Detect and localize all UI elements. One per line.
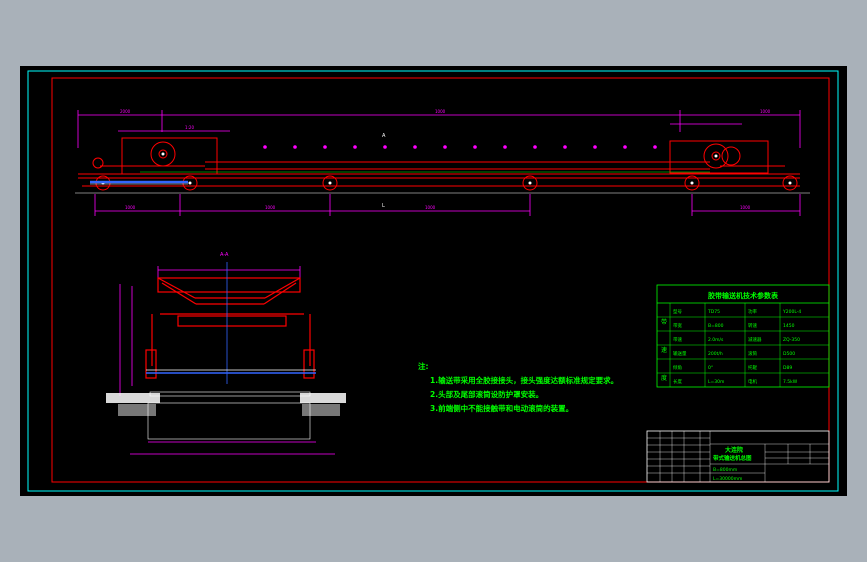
note-2: 2.头部及尾部滚筒设防护罩安装。: [430, 389, 543, 399]
spec-side-3: 度: [661, 374, 667, 382]
spec-cell: 电机: [748, 378, 757, 385]
spec-cell: B=800: [708, 323, 724, 329]
spec-cell: 2.0m/s: [708, 337, 724, 343]
title-spec-2: L=30000mm: [713, 476, 742, 482]
dim-bottom-4: 1000: [740, 205, 751, 210]
spec-side-2: 速: [661, 347, 667, 354]
spec-cell: ZQ-350: [783, 337, 800, 343]
title-drawing-name: 带式输送机总图: [713, 454, 752, 462]
note-1: 1.输送带采用全胶接接头，接头强度达额标准规定要求。: [430, 375, 618, 385]
spec-cell: 转速: [748, 322, 757, 329]
spec-cell: 倾角: [673, 364, 682, 371]
spec-cell: 滚筒: [748, 350, 757, 357]
spec-cell: Y200L-4: [782, 309, 801, 315]
dim-bottom-3: 1000: [425, 205, 436, 210]
dim-top-3: 1000: [435, 109, 446, 114]
spec-side-1: 带: [661, 318, 667, 326]
spec-cell: TD75: [707, 309, 720, 315]
dim-top-1: 2000: [120, 109, 131, 114]
label-l: L: [382, 203, 385, 209]
drawing-background: [20, 66, 847, 496]
dim-bottom-2: 1000: [265, 205, 276, 210]
spec-cell: 长度: [673, 378, 682, 385]
spec-cell: D89: [783, 365, 792, 371]
spec-cell: 带宽: [673, 322, 682, 329]
dim-bottom-1: 1000: [125, 205, 136, 210]
spec-cell: 0°: [708, 365, 713, 371]
spec-cell: D500: [783, 351, 795, 357]
spec-cell: 7.5kW: [783, 379, 798, 385]
note-3: 3.前端侧中不能接触带和电动滚筒的装置。: [430, 403, 573, 413]
spec-cell: 托辊: [748, 364, 757, 371]
title-company: 大连院: [725, 446, 743, 454]
spec-cell: 减速器: [748, 336, 762, 343]
spec-cell: 1450: [783, 323, 795, 329]
spec-cell: L=30m: [708, 379, 724, 385]
title-spec-1: B=800mm: [713, 467, 737, 473]
spec-cell: 输送量: [673, 350, 687, 357]
cad-drawing: 2000 1:20 1000 1000 A 1000 1000 1000 100…: [20, 66, 847, 496]
dim-top-4: 1000: [760, 109, 771, 114]
section-title: A-A: [220, 252, 229, 258]
spec-cell: 200t/h: [708, 351, 723, 357]
spec-cell: 型号: [673, 308, 682, 315]
spec-cell: 功率: [748, 308, 757, 315]
label-a: A: [382, 133, 386, 139]
notes-heading: 注:: [418, 361, 429, 371]
dim-top-2: 1:20: [185, 125, 194, 130]
spec-table-title: 胶带输送机技术参数表: [708, 291, 779, 300]
spec-cell: 带速: [673, 337, 682, 343]
